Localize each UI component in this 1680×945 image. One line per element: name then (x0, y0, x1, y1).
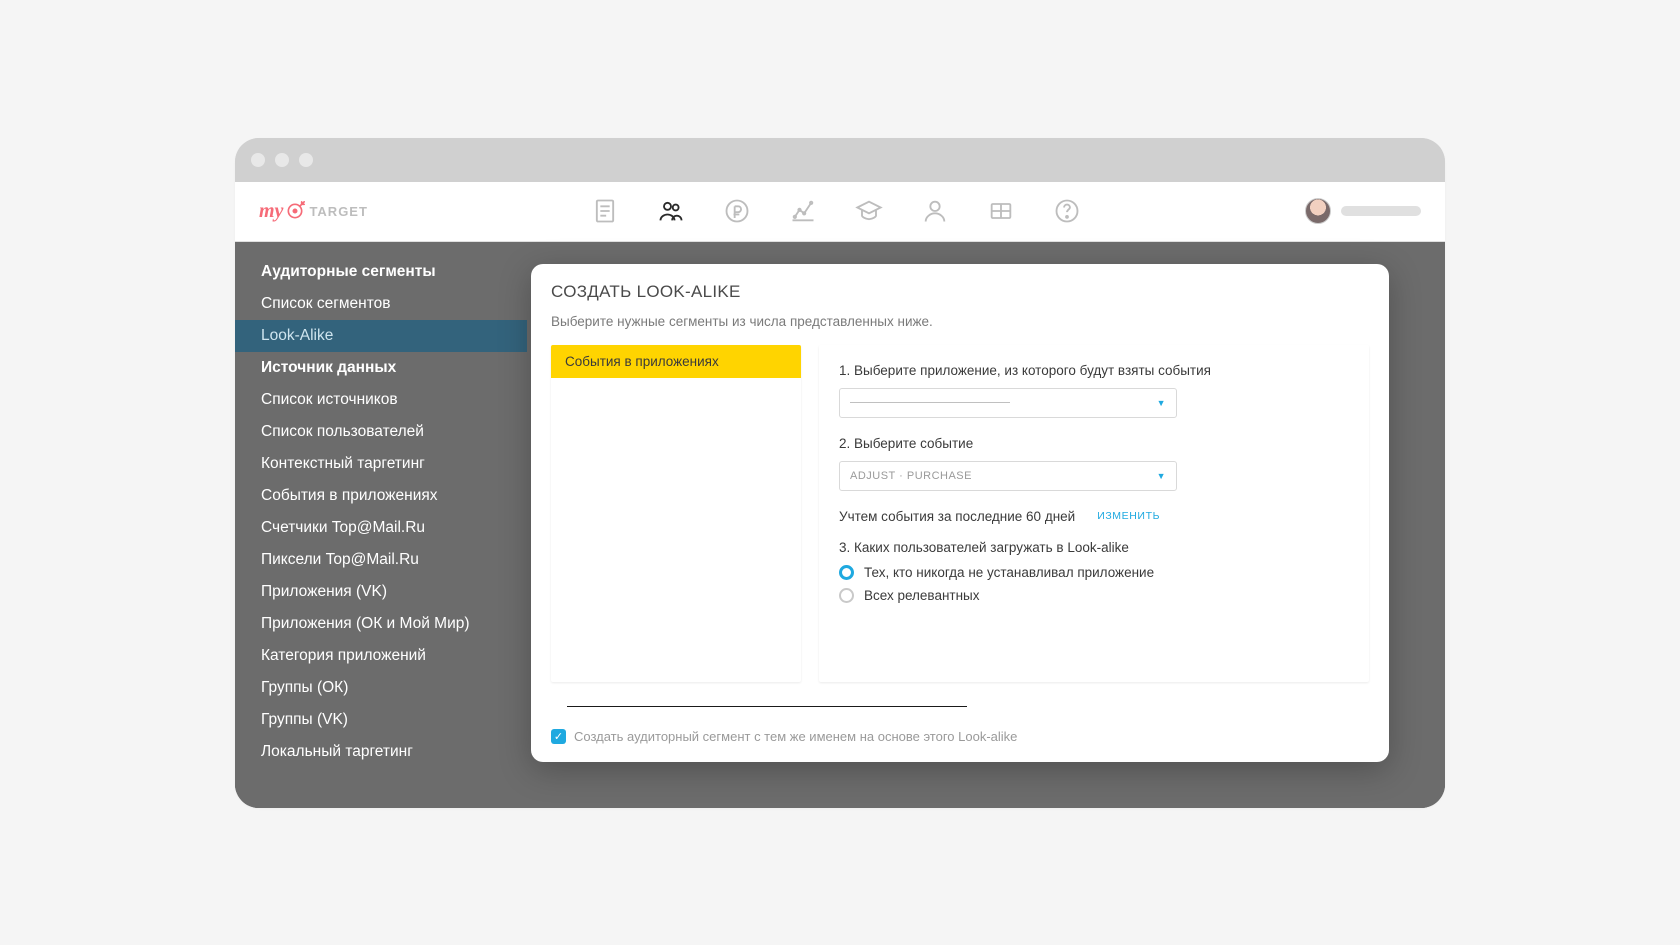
step1-label: 1. Выберите приложение, из которого буду… (839, 363, 1349, 378)
sidebar-item-groups-vk[interactable]: Группы (VK) (235, 704, 527, 736)
app-select[interactable]: ▼ (839, 388, 1177, 418)
sidebar-item-app-category[interactable]: Категория приложений (235, 640, 527, 672)
statistics-icon[interactable] (788, 196, 818, 226)
radio-icon (839, 588, 854, 603)
event-select[interactable]: ADJUST · PURCHASE ▼ (839, 461, 1177, 491)
window-dot-minimize[interactable] (275, 153, 289, 167)
help-icon[interactable] (1052, 196, 1082, 226)
period-text: Учтем события за последние 60 дней (839, 509, 1075, 524)
audiences-icon[interactable] (656, 196, 686, 226)
grid-icon[interactable] (986, 196, 1016, 226)
source-tab-app-events[interactable]: События в приложениях (551, 345, 801, 378)
step3-label: 3. Каких пользователей загружать в Look-… (839, 540, 1349, 555)
sidebar-heading-audience: Аудиторные сегменты (235, 256, 527, 288)
education-icon[interactable] (854, 196, 884, 226)
sidebar-item-users-list[interactable]: Список пользователей (235, 416, 527, 448)
radio-icon (839, 565, 854, 580)
app-select-placeholder (850, 402, 1010, 403)
sidebar-item-counters-topmail[interactable]: Счетчики Top@Mail.Ru (235, 512, 527, 544)
sidebar-item-groups-ok[interactable]: Группы (ОК) (235, 672, 527, 704)
target-icon (285, 201, 305, 221)
modal-footer: ✓ Создать аудиторный сегмент с тем же им… (551, 696, 1369, 744)
period-row: Учтем события за последние 60 дней ИЗМЕН… (839, 509, 1349, 524)
window-dot-maximize[interactable] (299, 153, 313, 167)
config-pane: 1. Выберите приложение, из которого буду… (819, 345, 1369, 682)
user-area[interactable] (1305, 198, 1421, 224)
lookalike-name-input[interactable] (567, 706, 967, 707)
browser-chrome (235, 138, 1445, 182)
sidebar-item-app-events[interactable]: События в приложениях (235, 480, 527, 512)
chevron-down-icon: ▼ (1157, 398, 1166, 408)
chevron-down-icon: ▼ (1157, 471, 1166, 481)
nav-icons (376, 196, 1297, 226)
billing-icon[interactable] (722, 196, 752, 226)
profile-icon[interactable] (920, 196, 950, 226)
event-select-value: ADJUST · PURCHASE (850, 470, 972, 482)
sidebar-item-sources-list[interactable]: Список источников (235, 384, 527, 416)
sidebar-item-apps-vk[interactable]: Приложения (VK) (235, 576, 527, 608)
create-segment-checkbox-row[interactable]: ✓ Создать аудиторный сегмент с тем же им… (551, 729, 1369, 744)
checkbox-label: Создать аудиторный сегмент с тем же имен… (574, 729, 1017, 744)
sidebar-item-segments-list[interactable]: Список сегментов (235, 288, 527, 320)
window-dot-close[interactable] (251, 153, 265, 167)
browser-window: my TARGET (235, 138, 1445, 808)
app-frame: my TARGET (235, 182, 1445, 808)
sidebar-item-context-targeting[interactable]: Контекстный таргетинг (235, 448, 527, 480)
sidebar-item-apps-ok-mm[interactable]: Приложения (ОК и Мой Мир) (235, 608, 527, 640)
logo-first: my (259, 200, 283, 223)
campaigns-icon[interactable] (590, 196, 620, 226)
change-period-link[interactable]: ИЗМЕНИТЬ (1097, 510, 1160, 522)
radio-never-installed[interactable]: Тех, кто никогда не устанавливал приложе… (839, 565, 1349, 580)
user-name-placeholder (1341, 206, 1421, 216)
sidebar-heading-datasource: Источник данных (235, 352, 527, 384)
sidebar-item-look-alike[interactable]: Look-Alike (235, 320, 527, 352)
radio-label-1: Тех, кто никогда не устанавливал приложе… (864, 565, 1154, 580)
modal-title: СОЗДАТЬ LOOK-ALIKE (551, 282, 1369, 302)
sidebar-item-local-targeting[interactable]: Локальный таргетинг (235, 736, 527, 768)
modal-subtitle: Выберите нужные сегменты из числа предст… (551, 314, 1369, 329)
radio-all-relevant[interactable]: Всех релевантных (839, 588, 1349, 603)
avatar (1305, 198, 1331, 224)
modal-body: События в приложениях 1. Выберите прилож… (551, 345, 1369, 682)
sidebar-item-pixels-topmail[interactable]: Пиксели Top@Mail.Ru (235, 544, 527, 576)
logo[interactable]: my TARGET (259, 200, 368, 223)
sidebar: Аудиторные сегменты Список сегментов Loo… (235, 242, 527, 808)
create-lookalike-modal: СОЗДАТЬ LOOK-ALIKE Выберите нужные сегме… (531, 264, 1389, 762)
topbar: my TARGET (235, 182, 1445, 242)
step2-label: 2. Выберите событие (839, 436, 1349, 451)
source-list-pane: События в приложениях (551, 345, 801, 682)
checkbox-icon: ✓ (551, 729, 566, 744)
radio-label-2: Всех релевантных (864, 588, 980, 603)
logo-second: TARGET (309, 204, 367, 219)
